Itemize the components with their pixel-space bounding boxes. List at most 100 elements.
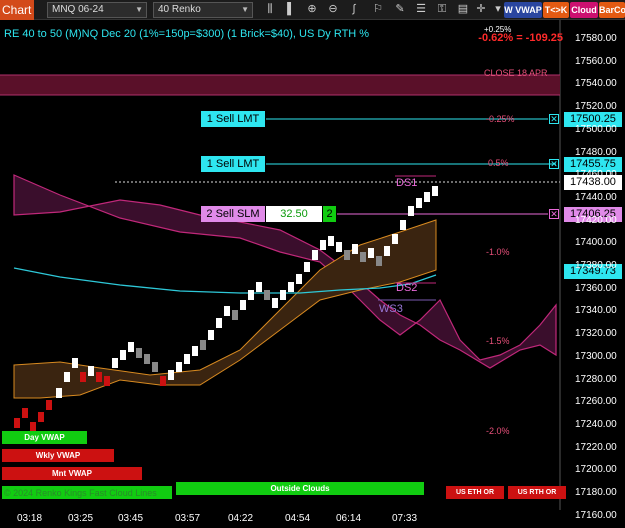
indicators-icon[interactable]: ∫ bbox=[346, 2, 362, 18]
renko-brick bbox=[136, 348, 142, 358]
renko-brick bbox=[280, 290, 286, 300]
instrument-selector[interactable]: MNQ 06-24 ▼ bbox=[47, 2, 147, 18]
bars-icon[interactable]: ⫼ bbox=[262, 2, 278, 18]
barco-button[interactable]: BarCo bbox=[599, 2, 625, 18]
pct-label: 0.5% bbox=[488, 158, 509, 168]
properties-icon[interactable]: ☰ bbox=[413, 2, 429, 18]
renko-brick bbox=[328, 236, 334, 246]
toolbar: Chart MNQ 06-24 ▼ 40 Renko ▼ ⫼ ▌ ⊕ ⊖ ∫ ⚐… bbox=[0, 0, 625, 20]
mnt-vwap-bar: Mnt VWAP bbox=[2, 467, 142, 480]
bartype-label: 40 Renko bbox=[158, 4, 201, 15]
time-tick-label: 06:14 bbox=[336, 513, 362, 524]
chart-window: Chart MNQ 06-24 ▼ 40 Renko ▼ ⫼ ▌ ⊕ ⊖ ∫ ⚐… bbox=[0, 0, 625, 528]
time-tick-label: 07:33 bbox=[392, 513, 418, 524]
renko-brick bbox=[248, 290, 254, 300]
price-tick-label: 17520.00 bbox=[575, 101, 617, 113]
renko-brick bbox=[312, 250, 318, 260]
price-tick-label: 17320.00 bbox=[575, 328, 617, 340]
renko-brick bbox=[336, 242, 342, 252]
renko-brick bbox=[272, 298, 278, 308]
price-tick-label: 17180.00 bbox=[575, 487, 617, 498]
cloud-button[interactable]: Cloud bbox=[570, 2, 598, 18]
price-tick-label: 17440.00 bbox=[575, 191, 617, 203]
renko-brick bbox=[14, 418, 20, 428]
renko-brick bbox=[424, 192, 430, 202]
renko-brick bbox=[96, 372, 102, 382]
pct-label: -1.0% bbox=[486, 247, 510, 257]
sell-stop-order[interactable]: 2 Sell SLM bbox=[201, 206, 265, 222]
renko-brick bbox=[432, 186, 438, 196]
renko-brick bbox=[392, 234, 398, 244]
chart-style-icon[interactable]: ▌ bbox=[283, 2, 299, 18]
time-tick-label: 04:54 bbox=[285, 513, 311, 524]
renko-brick bbox=[304, 262, 310, 272]
sell-limit-order-1[interactable]: 1 Sell LMT bbox=[201, 111, 265, 127]
price-tick-label: 17360.00 bbox=[575, 282, 617, 294]
stop-quantity[interactable]: 2 bbox=[323, 206, 336, 222]
renko-brick bbox=[46, 400, 52, 410]
renko-brick bbox=[184, 354, 190, 364]
renko-brick bbox=[120, 350, 126, 360]
renko-brick bbox=[38, 412, 44, 422]
pct-label: -2.0% bbox=[486, 426, 510, 436]
renko-brick bbox=[288, 282, 294, 292]
pencil-icon[interactable]: ✎ bbox=[392, 2, 408, 18]
price-tick-label: 17220.00 bbox=[575, 441, 617, 453]
price-tick-label: 17540.00 bbox=[575, 78, 617, 90]
template-icon[interactable]: ▤ bbox=[455, 2, 471, 18]
renko-brick bbox=[88, 366, 94, 376]
renko-brick bbox=[368, 248, 374, 258]
close-icon[interactable]: ✕ bbox=[549, 209, 559, 219]
renko-brick bbox=[144, 354, 150, 364]
price-tick-label: 17400.00 bbox=[575, 237, 617, 249]
strategies-icon[interactable]: ⚐ bbox=[370, 2, 386, 18]
renko-brick bbox=[256, 282, 262, 292]
renko-brick bbox=[56, 388, 62, 398]
w-vwap-button[interactable]: W VWAP bbox=[504, 2, 542, 18]
price-tick-label: 17460.00 bbox=[575, 169, 617, 181]
bartype-selector[interactable]: 40 Renko ▼ bbox=[153, 2, 253, 18]
renko-brick bbox=[296, 274, 302, 284]
us-eth-or-bar: US ETH OR bbox=[446, 486, 504, 499]
close-icon[interactable]: ✕ bbox=[549, 114, 559, 124]
close-icon[interactable]: ✕ bbox=[549, 159, 559, 169]
chart-title: RE 40 to 50 (M)NQ Dec 20 (1%=150p=$300) … bbox=[4, 28, 370, 40]
renko-brick bbox=[400, 220, 406, 230]
renko-brick bbox=[360, 252, 366, 262]
time-tick-label: 03:25 bbox=[68, 513, 94, 524]
price-tick-label: 17480.00 bbox=[575, 146, 617, 158]
tab-chart[interactable]: Chart bbox=[0, 0, 34, 20]
pct-label: -1.5% bbox=[486, 336, 510, 346]
ds1-level-label: DS1 bbox=[396, 177, 418, 189]
zoom-out-icon[interactable]: ⊖ bbox=[325, 2, 341, 18]
renko-brick bbox=[192, 346, 198, 356]
outside-clouds-bar: Outside Clouds bbox=[176, 482, 424, 495]
renko-brick bbox=[320, 240, 326, 250]
sell-limit-order-2[interactable]: 1 Sell LMT bbox=[201, 156, 265, 172]
zoom-in-icon[interactable]: ⊕ bbox=[304, 2, 320, 18]
renko-brick bbox=[104, 376, 110, 386]
wkly-vwap-bar: Wkly VWAP bbox=[2, 449, 114, 462]
renko-brick bbox=[176, 362, 182, 372]
renko-brick bbox=[264, 290, 270, 300]
renko-brick bbox=[112, 358, 118, 368]
renko-brick bbox=[64, 372, 70, 382]
stop-offset-field[interactable]: 32.50 bbox=[266, 206, 322, 222]
pnl-readout: -0.62% = -109.25 bbox=[478, 32, 563, 44]
renko-brick bbox=[376, 256, 382, 266]
renko-brick bbox=[22, 408, 28, 418]
copyright-text: © 2024 Renko Kings Fast Cloud Lines bbox=[4, 488, 157, 498]
renko-brick bbox=[416, 198, 422, 208]
renko-brick bbox=[208, 330, 214, 340]
time-tick-label: 03:57 bbox=[175, 513, 201, 524]
crosshair-icon[interactable]: ✛ bbox=[473, 2, 489, 18]
price-tick-label: 17200.00 bbox=[575, 464, 617, 476]
price-tick-label: 17380.00 bbox=[575, 260, 617, 271]
renko-brick bbox=[240, 300, 246, 310]
lock-icon[interactable]: ⚿ bbox=[434, 2, 450, 18]
time-tick-label: 03:45 bbox=[118, 513, 144, 524]
ds2-level-label: DS2 bbox=[396, 282, 418, 294]
tk-button[interactable]: T<>K bbox=[543, 2, 569, 18]
price-tick-label: 17260.00 bbox=[575, 396, 617, 408]
renko-brick bbox=[200, 340, 206, 350]
